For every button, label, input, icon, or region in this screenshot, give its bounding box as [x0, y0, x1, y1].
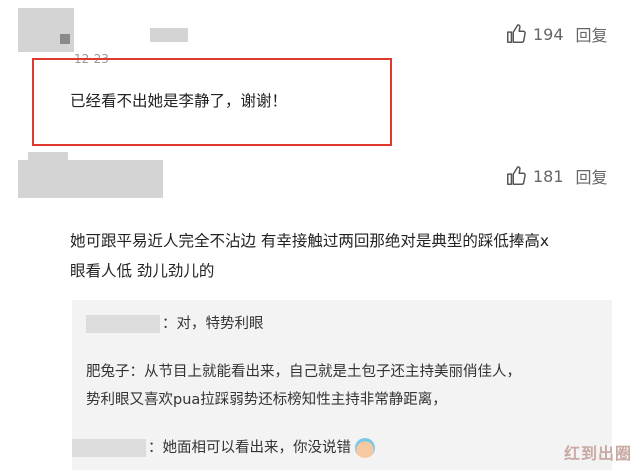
like-row-2[interactable]: 181 回复	[505, 164, 608, 188]
reply-button[interactable]: 回复	[576, 22, 608, 46]
like-count: 181	[533, 166, 564, 186]
reply-item: 肥兔子：从节目上就能看出来，自己就是土包子还主持美丽俏佳人， 势利眼又喜欢pua…	[86, 358, 521, 414]
thumbs-up-icon[interactable]	[505, 165, 527, 187]
comment-text: 已经看不出她是李静了，谢谢！	[70, 92, 288, 110]
reply-username-blur	[86, 315, 160, 333]
avatar-blur	[18, 160, 163, 198]
comment-text-line-1: 她可跟平易近人完全不沾边 有幸接触过两回那绝对是典型的踩低捧高x	[70, 232, 550, 250]
avatar-blur	[18, 8, 74, 52]
like-row-1[interactable]: 194 回复	[505, 22, 608, 46]
reply-text-line-1: 肥兔子：从节目上就能看出来，自己就是土包子还主持美丽俏佳人，	[86, 364, 521, 380]
reply-item: ：对，特势利眼	[86, 310, 264, 338]
username-blur	[28, 152, 68, 164]
reply-username-blur	[72, 439, 146, 457]
reply-item: ：她面相可以看出来，你没说错	[72, 434, 375, 462]
username-blur	[60, 34, 70, 44]
crying-face-icon	[355, 438, 375, 458]
watermark: 红到出圈	[563, 444, 632, 463]
replies-panel: ：对，特势利眼 肥兔子：从节目上就能看出来，自己就是土包子还主持美丽俏佳人， 势…	[72, 300, 612, 470]
like-count: 194	[533, 24, 564, 44]
reply-text: ：她面相可以看出来，你没说错	[148, 440, 351, 456]
username-blur	[150, 28, 188, 42]
comment-text-line-2: 眼看人低 劲儿劲儿的	[70, 262, 215, 280]
reply-button[interactable]: 回复	[576, 164, 608, 188]
thumbs-up-icon[interactable]	[505, 23, 527, 45]
reply-text: ：对，特势利眼	[162, 316, 264, 332]
reply-text-line-2: 势利眼又喜欢pua拉踩弱势还标榜知性主持非常静距离，	[86, 392, 447, 408]
